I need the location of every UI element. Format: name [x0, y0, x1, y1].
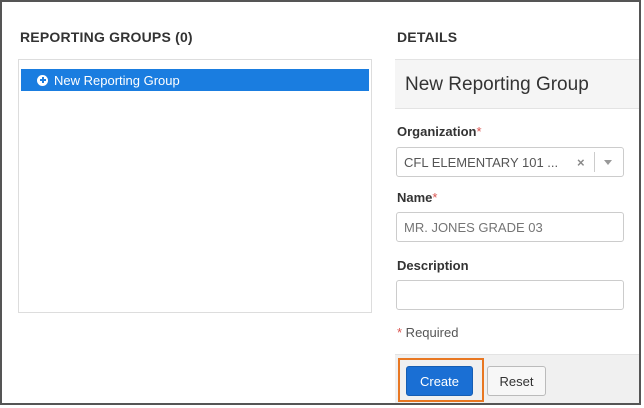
- organization-select-value: CFL ELEMENTARY 101 ...: [404, 155, 559, 170]
- reporting-groups-title: REPORTING GROUPS (0): [20, 29, 193, 45]
- required-mark: *: [476, 124, 482, 139]
- name-label: Name*: [397, 190, 438, 205]
- description-input[interactable]: [396, 280, 624, 310]
- select-divider: [594, 152, 595, 172]
- description-label: Description: [397, 258, 469, 273]
- create-button[interactable]: Create: [406, 366, 473, 396]
- plus-circle-icon: [37, 74, 48, 86]
- organization-label: Organization*: [397, 124, 482, 139]
- clear-icon[interactable]: ×: [577, 155, 585, 170]
- details-header: New Reporting Group: [395, 59, 639, 109]
- required-mark: *: [432, 190, 438, 205]
- details-header-title: New Reporting Group: [405, 74, 589, 95]
- app-frame: REPORTING GROUPS (0) New Reporting Group…: [0, 0, 641, 405]
- reporting-groups-list: New Reporting Group: [18, 59, 372, 313]
- required-note: * Required: [397, 325, 459, 340]
- details-title: DETAILS: [397, 29, 458, 45]
- chevron-down-icon[interactable]: [604, 160, 612, 165]
- list-item-new-reporting-group[interactable]: New Reporting Group: [21, 69, 369, 91]
- name-input[interactable]: [396, 212, 624, 242]
- organization-select[interactable]: CFL ELEMENTARY 101 ... ×: [396, 147, 624, 177]
- reset-button[interactable]: Reset: [487, 366, 546, 396]
- list-item-label: New Reporting Group: [54, 72, 180, 88]
